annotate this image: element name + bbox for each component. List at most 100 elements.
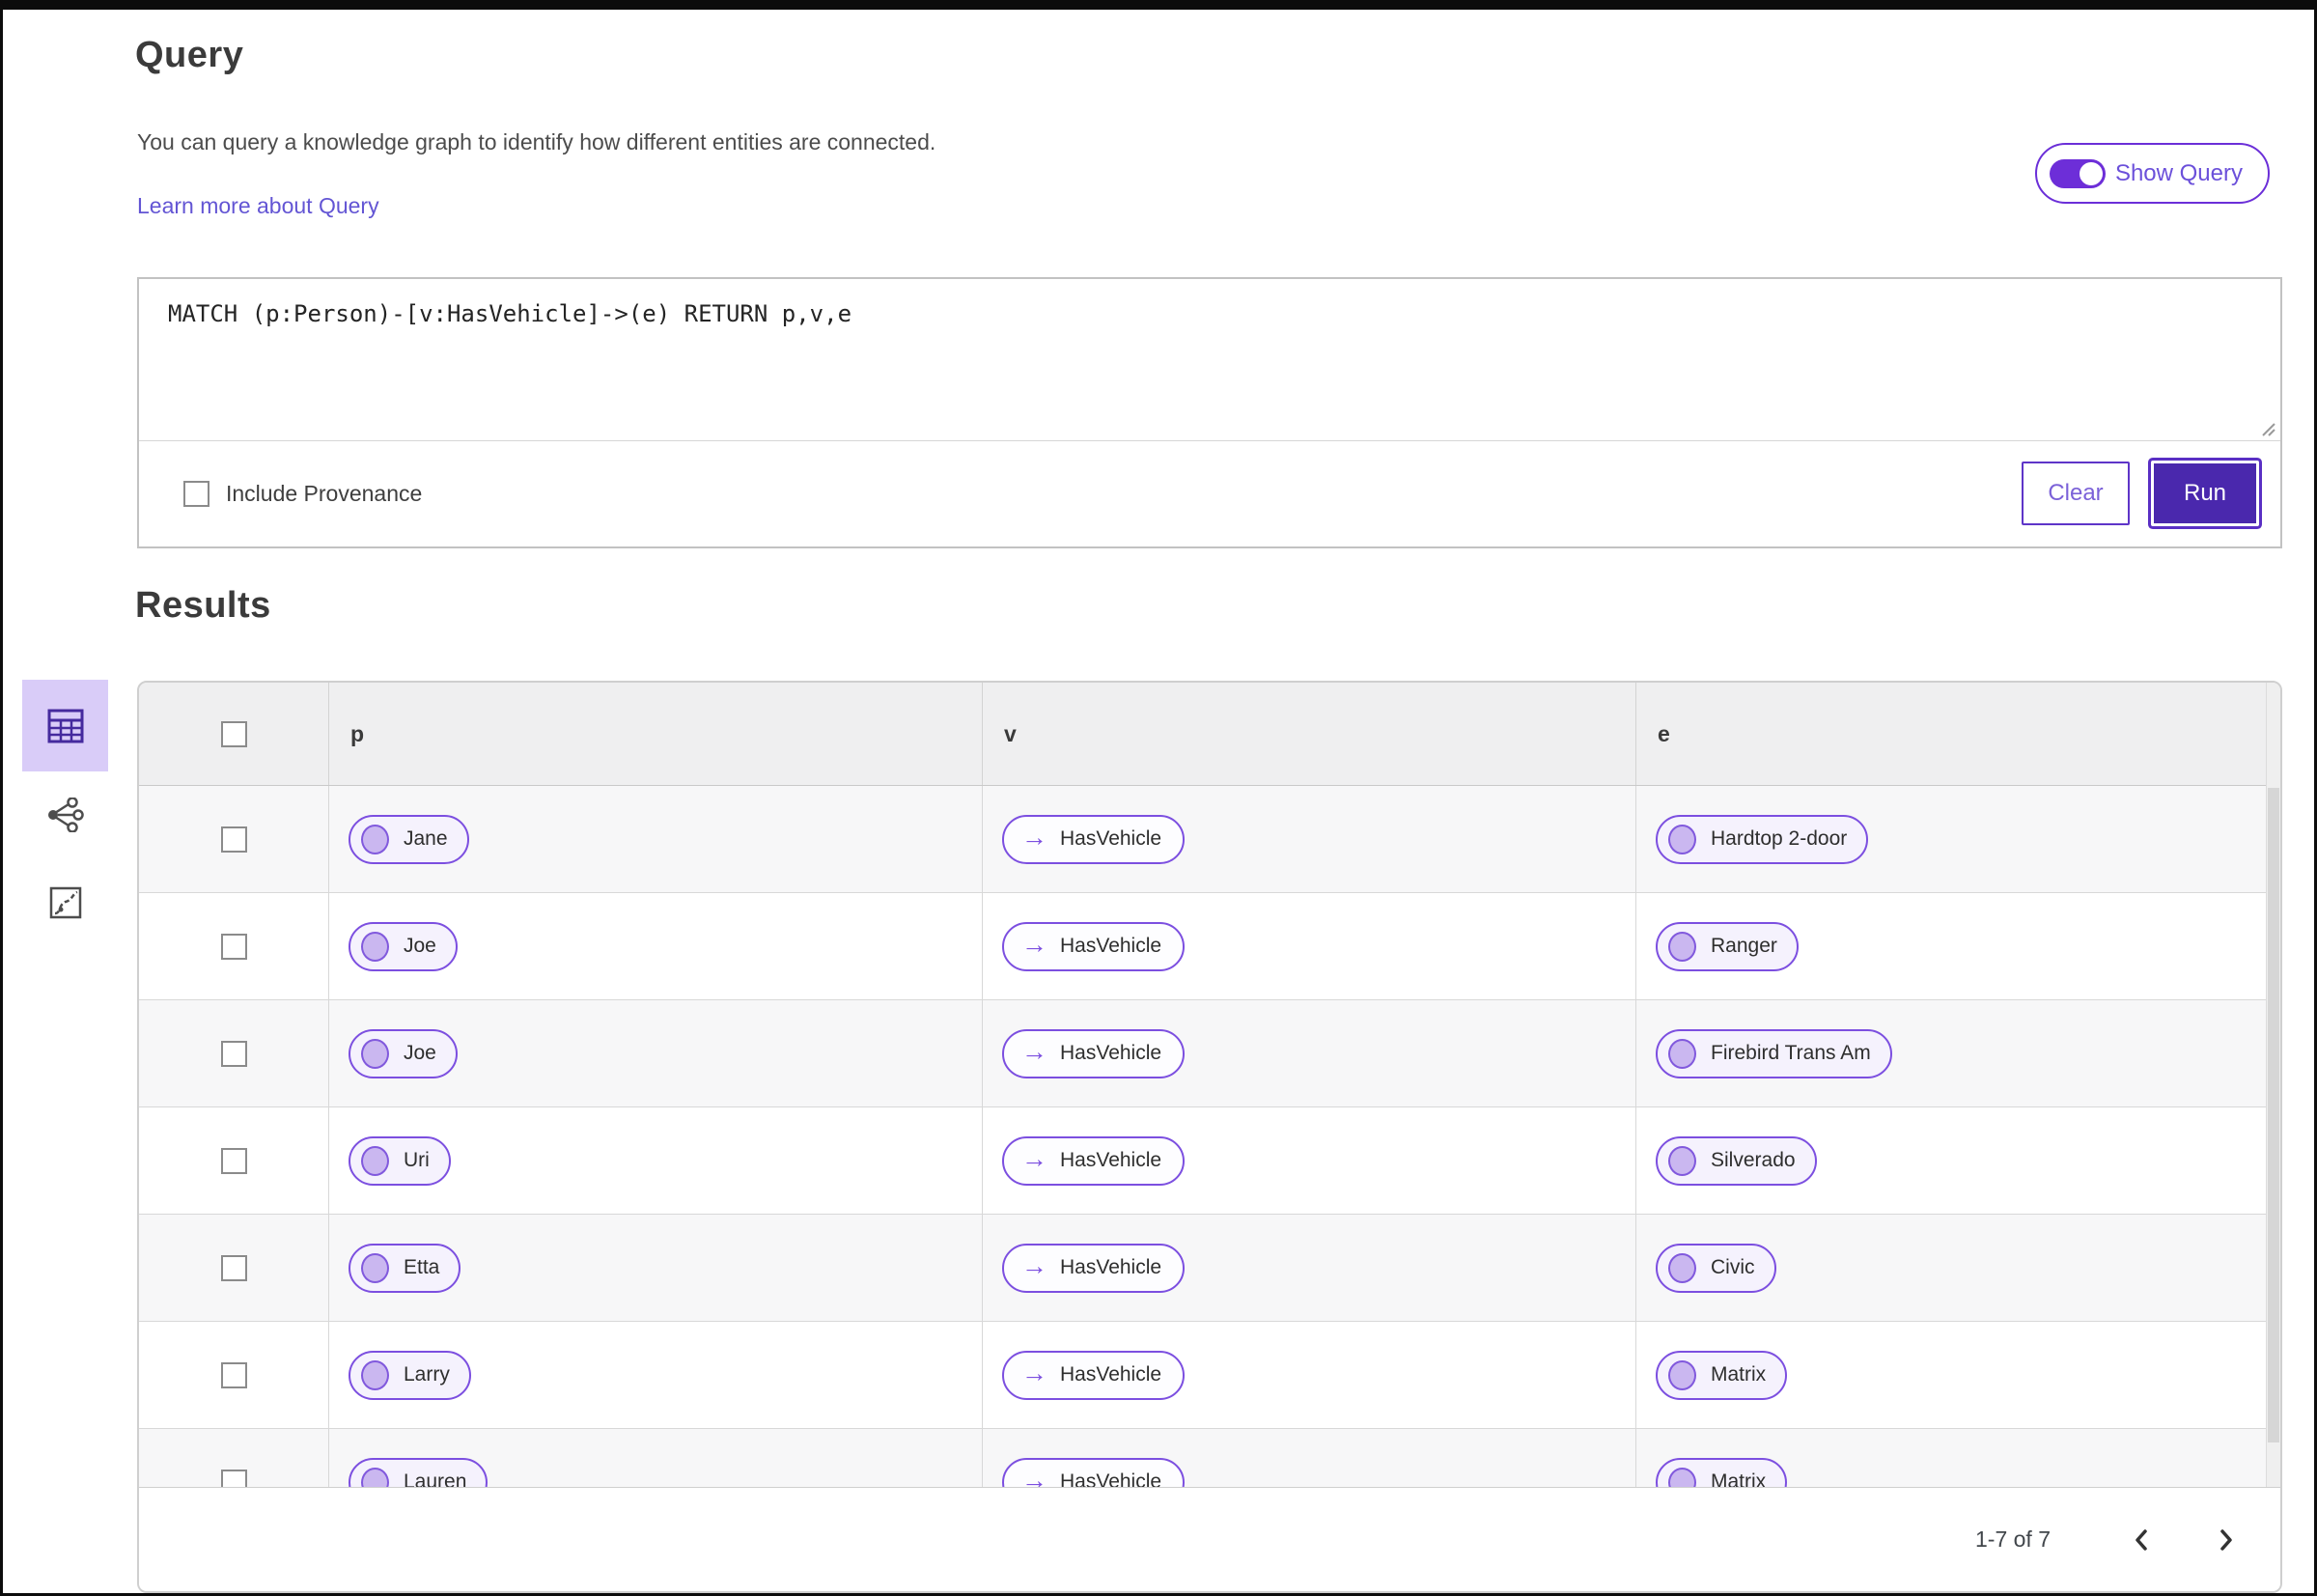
learn-more-link[interactable]: Learn more about Query <box>137 193 379 219</box>
pagination-next-button[interactable] <box>2207 1521 2246 1559</box>
entity-pill-label: Silverado <box>1711 1149 1796 1171</box>
include-provenance-checkbox[interactable] <box>183 480 209 507</box>
person-pill[interactable]: Joe <box>349 921 458 971</box>
tab-path-view[interactable] <box>42 881 90 925</box>
cell-v: → HasVehicle <box>982 1322 1635 1428</box>
cell-e: Silverado <box>1635 1107 2266 1214</box>
row-checkbox[interactable] <box>220 1361 247 1388</box>
edge-pill-label: HasVehicle <box>1060 1149 1162 1171</box>
results-scroll-area: p v e Jane → HasVehicle Hardtop 2-door J… <box>139 683 2280 1490</box>
column-header-e: e <box>1635 683 2266 785</box>
person-pill[interactable]: Jane <box>349 814 469 864</box>
person-pill-label: Uri <box>404 1149 430 1171</box>
cell-e: Ranger <box>1635 893 2266 999</box>
node-circle-icon <box>361 1145 389 1176</box>
table-row: Joe → HasVehicle Ranger <box>139 893 2266 1000</box>
entity-pill[interactable]: Hardtop 2-door <box>1656 814 1869 864</box>
page-description: You can query a knowledge graph to ident… <box>137 129 936 154</box>
edge-pill[interactable]: → HasVehicle <box>1002 1350 1186 1400</box>
scrollbar-thumb[interactable] <box>2268 788 2279 1442</box>
row-checkbox[interactable] <box>220 826 247 853</box>
row-checkbox[interactable] <box>220 1040 247 1067</box>
row-checkbox[interactable] <box>220 933 247 960</box>
path-chart-icon <box>49 886 82 919</box>
node-circle-icon <box>1668 931 1696 962</box>
graph-network-icon <box>48 798 84 832</box>
vertical-scrollbar[interactable] <box>2266 683 2280 1490</box>
table-icon <box>47 709 83 742</box>
row-select-cell <box>139 1000 328 1106</box>
cell-p: Lauren <box>328 1429 982 1490</box>
entity-pill[interactable]: Matrix <box>1656 1457 1788 1490</box>
table-row: Lauren → HasVehicle Matrix <box>139 1429 2266 1490</box>
table-row: Joe → HasVehicle Firebird Trans Am <box>139 1000 2266 1107</box>
entity-pill-label: Matrix <box>1711 1363 1767 1386</box>
person-pill[interactable]: Joe <box>349 1028 458 1078</box>
person-pill-label: Joe <box>404 935 436 957</box>
edge-pill-label: HasVehicle <box>1060 827 1162 850</box>
tab-graph-view[interactable] <box>38 792 92 838</box>
node-circle-icon <box>1668 1252 1696 1283</box>
edge-pill-label: HasVehicle <box>1060 935 1162 957</box>
person-pill[interactable]: Etta <box>349 1243 461 1293</box>
entity-pill-label: Hardtop 2-door <box>1711 827 1848 850</box>
arrow-right-icon: → <box>1021 822 1047 852</box>
entity-pill[interactable]: Firebird Trans Am <box>1656 1028 1892 1078</box>
resize-handle-icon[interactable] <box>2259 420 2275 436</box>
cell-p: Joe <box>328 1000 982 1106</box>
show-query-label: Show Query <box>2114 159 2243 186</box>
entity-pill[interactable]: Civic <box>1656 1243 1776 1293</box>
node-circle-icon <box>361 1038 389 1069</box>
person-pill-label: Larry <box>404 1363 450 1386</box>
cell-e: Hardtop 2-door <box>1635 786 2266 892</box>
arrow-right-icon: → <box>1021 1358 1047 1387</box>
edge-pill[interactable]: → HasVehicle <box>1002 1028 1186 1078</box>
row-checkbox[interactable] <box>220 1147 247 1174</box>
person-pill-label: Joe <box>404 1042 436 1064</box>
table-row: Uri → HasVehicle Silverado <box>139 1107 2266 1215</box>
tab-table-view[interactable] <box>22 680 108 771</box>
include-provenance-label: Include Provenance <box>226 480 423 506</box>
cell-v: → HasVehicle <box>982 1107 1635 1214</box>
query-input[interactable]: MATCH (p:Person)-[v:HasVehicle]->(e) RET… <box>139 279 2280 441</box>
cell-e: Matrix <box>1635 1322 2266 1428</box>
node-circle-icon <box>1668 1145 1696 1176</box>
edge-pill[interactable]: → HasVehicle <box>1002 1457 1186 1490</box>
cell-v: → HasVehicle <box>982 1215 1635 1321</box>
node-circle-icon <box>1668 1359 1696 1390</box>
show-query-toggle[interactable]: Show Query <box>2034 143 2270 204</box>
table-header-row: p v e <box>139 683 2266 786</box>
edge-pill[interactable]: → HasVehicle <box>1002 814 1186 864</box>
arrow-right-icon: → <box>1021 1036 1047 1066</box>
person-pill[interactable]: Uri <box>349 1135 451 1186</box>
cell-e: Firebird Trans Am <box>1635 1000 2266 1106</box>
column-header-v: v <box>982 683 1635 785</box>
cell-p: Uri <box>328 1107 982 1214</box>
row-select-cell <box>139 893 328 999</box>
person-pill-label: Etta <box>404 1256 440 1278</box>
pagination-prev-button[interactable] <box>2122 1521 2161 1559</box>
edge-pill[interactable]: → HasVehicle <box>1002 1243 1186 1293</box>
cell-v: → HasVehicle <box>982 1429 1635 1490</box>
select-all-checkbox[interactable] <box>220 720 247 747</box>
run-button[interactable]: Run <box>2151 461 2259 526</box>
table-body: Jane → HasVehicle Hardtop 2-door Joe → H… <box>139 786 2266 1490</box>
person-pill[interactable]: Lauren <box>349 1457 489 1490</box>
column-header-p: p <box>328 683 982 785</box>
node-circle-icon <box>1668 1038 1696 1069</box>
edge-pill[interactable]: → HasVehicle <box>1002 1135 1186 1186</box>
arrow-right-icon: → <box>1021 1250 1047 1280</box>
entity-pill[interactable]: Ranger <box>1656 921 1799 971</box>
entity-pill[interactable]: Matrix <box>1656 1350 1788 1400</box>
header-select-cell <box>139 683 328 785</box>
row-select-cell <box>139 1322 328 1428</box>
cell-e: Civic <box>1635 1215 2266 1321</box>
edge-pill[interactable]: → HasVehicle <box>1002 921 1186 971</box>
clear-button[interactable]: Clear <box>2022 462 2130 525</box>
entity-pill[interactable]: Silverado <box>1656 1135 1817 1186</box>
row-checkbox[interactable] <box>220 1254 247 1281</box>
results-title: Results <box>135 585 271 626</box>
person-pill[interactable]: Larry <box>349 1350 471 1400</box>
entity-pill-label: Firebird Trans Am <box>1711 1042 1871 1064</box>
toggle-switch-icon[interactable] <box>2049 158 2106 188</box>
